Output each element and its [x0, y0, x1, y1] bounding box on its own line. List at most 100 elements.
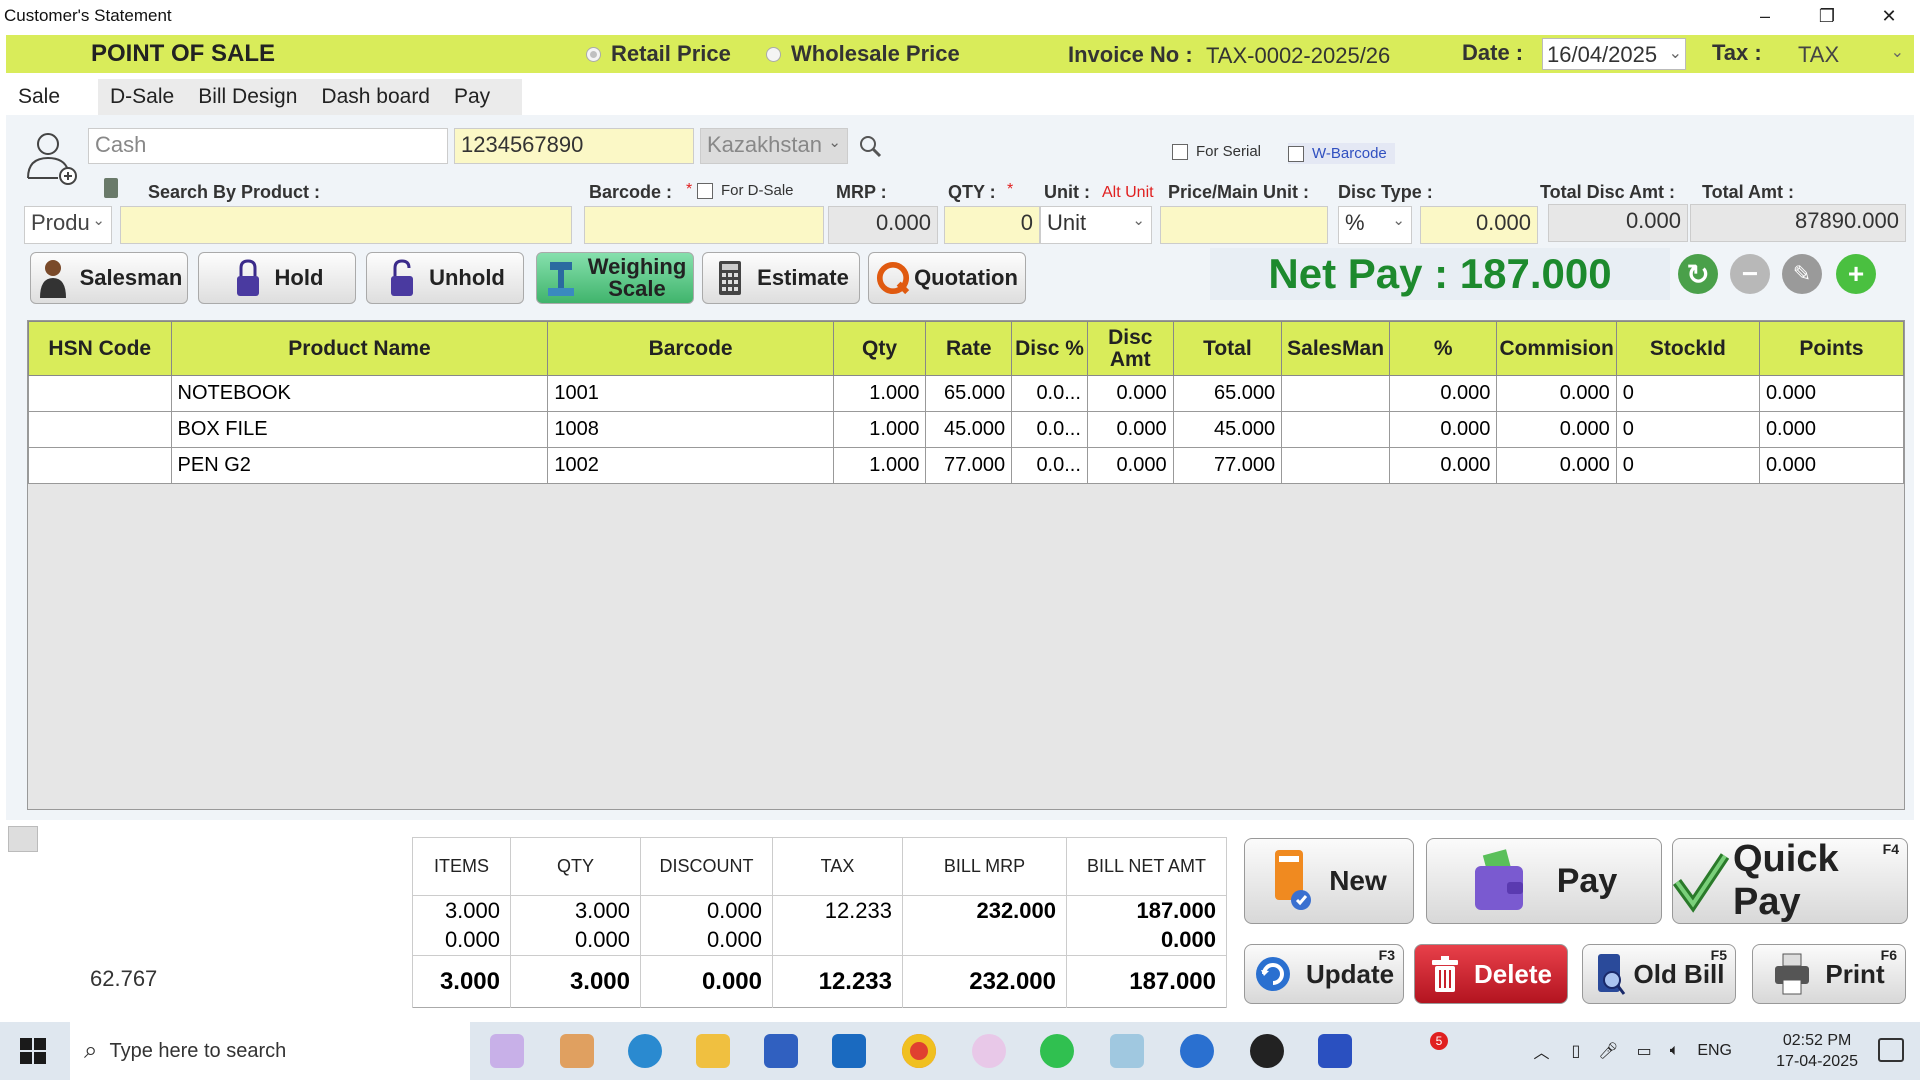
- barcode-input[interactable]: [584, 206, 824, 244]
- new-bill-icon: [1271, 848, 1313, 914]
- estimate-button[interactable]: Estimate: [702, 252, 860, 304]
- quotation-button[interactable]: Quotation: [868, 252, 1026, 304]
- col-percent[interactable]: %: [1389, 321, 1498, 376]
- clock-time: 02:52 PM: [1782, 1032, 1852, 1049]
- clock[interactable]: 02:52 PM 17-04-2025: [1776, 1030, 1858, 1072]
- chevron-up-icon[interactable]: ︿: [1533, 1039, 1549, 1063]
- copilot-icon[interactable]: [560, 1034, 594, 1068]
- delete-button[interactable]: Delete: [1414, 944, 1568, 1004]
- date-picker[interactable]: 16/04/2025 ⌄: [1542, 38, 1686, 70]
- snipping-tool-icon[interactable]: [972, 1034, 1006, 1068]
- bill-summary-table: ITEMS QTY DISCOUNT TAX BILL MRP BILL NET…: [412, 837, 1227, 1008]
- notification-center-icon[interactable]: [1878, 1038, 1904, 1062]
- volume-icon[interactable]: 🔈︎: [1670, 1042, 1680, 1060]
- unhold-button[interactable]: Unhold: [366, 252, 524, 304]
- app-icon[interactable]: [1250, 1034, 1284, 1068]
- tab-dashboard[interactable]: Dash board: [309, 79, 442, 115]
- for-dsale-checkbox[interactable]: For D-Sale: [697, 182, 794, 199]
- quick-pay-button[interactable]: F4 Quick Pay: [1672, 838, 1908, 924]
- add-icon[interactable]: +: [1836, 254, 1876, 294]
- outlook-icon[interactable]: [832, 1034, 866, 1068]
- battery-icon[interactable]: ▯: [1571, 1041, 1580, 1061]
- old-bill-button[interactable]: F5 Old Bill: [1582, 944, 1736, 1004]
- col-points[interactable]: Points: [1758, 321, 1905, 376]
- table-row[interactable]: BOX FILE 1008 1.000 45.000 0.0... 0.000 …: [28, 411, 1905, 448]
- pay-button[interactable]: Pay: [1426, 838, 1662, 924]
- col-stockid[interactable]: StockId: [1615, 321, 1760, 376]
- disc-value-input[interactable]: 0.000: [1420, 206, 1538, 244]
- col-barcode[interactable]: Barcode: [547, 321, 834, 376]
- search-mode-select[interactable]: Produ ⌄: [24, 206, 112, 244]
- mrp-input[interactable]: 0.000: [828, 206, 938, 244]
- customer-name-input[interactable]: Cash: [88, 128, 448, 164]
- edge-icon[interactable]: [628, 1034, 662, 1068]
- tab-pay[interactable]: Pay: [442, 79, 522, 115]
- clock-date: 17-04-2025: [1776, 1053, 1858, 1070]
- col-disc-amt[interactable]: Disc Amt: [1086, 321, 1174, 376]
- wholesale-price-radio[interactable]: Wholesale Price: [766, 41, 960, 67]
- table-row[interactable]: PEN G2 1002 1.000 77.000 0.0... 0.000 77…: [28, 447, 1905, 484]
- app-icon[interactable]: [1110, 1034, 1144, 1068]
- add-customer-icon[interactable]: [24, 130, 78, 186]
- chrome-icon[interactable]: [902, 1034, 936, 1068]
- unit-select[interactable]: Unit ⌄: [1040, 206, 1152, 244]
- table-row[interactable]: NOTEBOOK 1001 1.000 65.000 0.0... 0.000 …: [28, 375, 1905, 412]
- tab-bill-design[interactable]: Bill Design: [186, 79, 310, 115]
- disc-type-value: %: [1345, 210, 1365, 235]
- search-icon: ⌕: [84, 1037, 98, 1064]
- quick-pay-label: Quick Pay: [1733, 838, 1839, 923]
- qty-input[interactable]: 0: [944, 206, 1040, 244]
- col-commision[interactable]: Commision: [1496, 321, 1617, 376]
- maximize-button[interactable]: ❐: [1796, 0, 1858, 32]
- disc-type-select[interactable]: % ⌄: [1338, 206, 1412, 244]
- price-main-unit-input[interactable]: [1160, 206, 1328, 244]
- taskbar-search[interactable]: ⌕ Type here to search: [70, 1022, 470, 1080]
- col-hsn-code[interactable]: HSN Code: [28, 321, 172, 376]
- col-product-name[interactable]: Product Name: [170, 321, 549, 376]
- tab-bar: Sale D-Sale Bill Design Dash board Pay: [6, 79, 522, 115]
- whatsapp-icon[interactable]: [1040, 1034, 1074, 1068]
- remove-icon[interactable]: −: [1730, 254, 1770, 294]
- col-salesman[interactable]: SalesMan: [1281, 321, 1391, 376]
- network-icon[interactable]: ▭: [1637, 1041, 1652, 1061]
- w-barcode-label: W-Barcode: [1312, 145, 1387, 162]
- hold-button[interactable]: Hold: [198, 252, 356, 304]
- new-button[interactable]: New: [1244, 838, 1414, 924]
- close-button[interactable]: ✕: [1858, 0, 1920, 32]
- store-icon[interactable]: [764, 1034, 798, 1068]
- col-disc-pct[interactable]: Disc %: [1011, 321, 1088, 376]
- tab-sale[interactable]: Sale: [6, 79, 98, 115]
- task-view-icon[interactable]: [490, 1034, 524, 1068]
- col-rate[interactable]: Rate: [925, 321, 1013, 376]
- pos-app-icon[interactable]: [1318, 1034, 1352, 1068]
- update-shortcut: F3: [1378, 947, 1395, 963]
- minimize-button[interactable]: –: [1734, 0, 1796, 32]
- app-icon[interactable]: [1180, 1034, 1214, 1068]
- file-explorer-icon[interactable]: [696, 1034, 730, 1068]
- col-qty[interactable]: Qty: [832, 321, 927, 376]
- retail-price-radio[interactable]: Retail Price: [586, 41, 731, 67]
- update-button[interactable]: F3 Update: [1244, 944, 1404, 1004]
- country-select[interactable]: Kazakhstan ⌄: [700, 128, 848, 164]
- w-barcode-checkbox[interactable]: W-Barcode: [1288, 143, 1395, 164]
- tax-select[interactable]: TAX ⌄: [1786, 38, 1910, 70]
- product-search-input[interactable]: [120, 206, 572, 244]
- summary-col-items: ITEMS: [412, 837, 511, 896]
- search-icon[interactable]: [858, 134, 884, 160]
- col-total[interactable]: Total: [1172, 321, 1283, 376]
- weighing-scale-button[interactable]: Weighing Scale: [536, 252, 694, 304]
- edit-icon[interactable]: ✎: [1782, 254, 1822, 294]
- quotation-icon: [876, 258, 910, 298]
- tab-d-sale[interactable]: D-Sale: [98, 79, 187, 115]
- refresh-icon[interactable]: ↻: [1678, 254, 1718, 294]
- print-button[interactable]: F6 Print: [1752, 944, 1906, 1004]
- windows-start-icon[interactable]: [20, 1038, 46, 1064]
- salesman-button[interactable]: Salesman: [30, 252, 188, 304]
- customer-phone-input[interactable]: 1234567890: [454, 128, 694, 164]
- language-indicator[interactable]: ENG: [1697, 1042, 1732, 1060]
- alt-unit-label[interactable]: Alt Unit: [1102, 184, 1154, 202]
- for-serial-checkbox[interactable]: For Serial: [1172, 143, 1261, 160]
- microphone-icon[interactable]: 🎤︎: [1598, 1041, 1618, 1061]
- total-amt-label: Total Amt :: [1702, 182, 1794, 202]
- update-label: Update: [1305, 958, 1395, 989]
